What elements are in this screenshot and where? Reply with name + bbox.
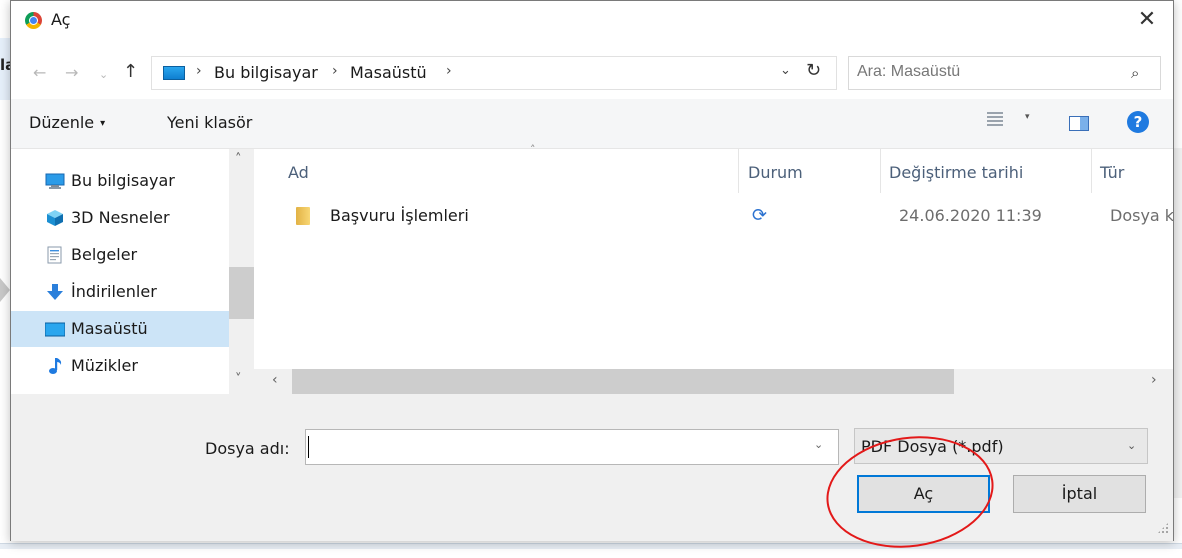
breadcrumb-desktop[interactable]: Masaüstü xyxy=(350,63,427,82)
column-header-type[interactable]: Tür xyxy=(1100,163,1124,182)
column-header-modified[interactable]: Değiştirme tarihi xyxy=(889,163,1023,182)
view-options-caret-icon[interactable]: ▾ xyxy=(1025,112,1030,122)
background-page-bottom xyxy=(0,543,1182,549)
chrome-icon xyxy=(25,12,42,29)
folder-icon xyxy=(296,207,310,225)
filetype-value: PDF Dosya (*.pdf) xyxy=(861,437,1004,456)
horizontal-scrollbar[interactable]: ‹ › xyxy=(254,369,1173,394)
dialog-footer: Dosya adı: ⌄ PDF Dosya (*.pdf) ⌄ Aç İpta… xyxy=(11,394,1173,541)
view-options-icon[interactable] xyxy=(987,111,1003,129)
organize-label: Düzenle xyxy=(29,113,95,132)
background-arrow-icon xyxy=(0,278,10,302)
filename-input[interactable] xyxy=(312,436,802,458)
file-name: Başvuru İşlemleri xyxy=(330,206,469,225)
filetype-select[interactable]: PDF Dosya (*.pdf) ⌄ xyxy=(854,428,1148,464)
music-icon xyxy=(45,357,65,375)
back-button[interactable]: ← xyxy=(33,63,46,82)
search-input[interactable] xyxy=(857,63,1127,81)
file-type: Dosya kla xyxy=(1110,206,1173,225)
resize-grip-icon[interactable] xyxy=(1157,522,1169,534)
recent-locations-button[interactable]: ⌄ xyxy=(99,68,108,81)
desktop-icon xyxy=(163,66,185,80)
search-icon[interactable]: ⌕ xyxy=(1131,64,1139,82)
new-folder-button[interactable]: Yeni klasör xyxy=(167,113,252,132)
file-row[interactable]: Başvuru İşlemleri ⟳ 24.06.2020 11:39 Dos… xyxy=(288,201,1173,235)
preview-pane-icon[interactable] xyxy=(1069,116,1089,131)
navigation-bar: ← → ⌄ ↑ › Bu bilgisayar › Masaüstü › ⌄ ↻… xyxy=(11,53,1173,93)
desktop-icon xyxy=(44,320,66,338)
navigation-scrollbar[interactable]: ˄ ˅ xyxy=(229,149,254,394)
tree-item-3d-objects[interactable]: 3D Nesneler xyxy=(11,200,229,236)
tree-item-music[interactable]: Müzikler xyxy=(11,348,229,384)
tree-item-label: İndirilenler xyxy=(71,282,157,301)
breadcrumb-this-pc[interactable]: Bu bilgisayar xyxy=(214,63,318,82)
open-button[interactable]: Aç xyxy=(857,475,990,513)
tree-item-downloads[interactable]: İndirilenler xyxy=(11,274,229,310)
cube-icon xyxy=(45,209,65,227)
breadcrumb-separator[interactable]: › xyxy=(446,63,452,79)
address-bar[interactable]: › Bu bilgisayar › Masaüstü › ⌄ ↻ xyxy=(151,56,837,90)
filename-combobox[interactable]: ⌄ xyxy=(305,429,839,465)
tree-item-label: Müzikler xyxy=(71,356,138,375)
close-button[interactable]: ✕ xyxy=(1129,7,1165,35)
navigation-pane: Bu bilgisayar 3D Nesneler Belgeler İndir… xyxy=(11,149,254,394)
tree-item-documents[interactable]: Belgeler xyxy=(11,237,229,273)
scroll-up-icon[interactable]: ˄ xyxy=(235,152,242,167)
breadcrumb-separator[interactable]: › xyxy=(332,63,338,79)
file-list-pane: ˄ Ad Durum Değiştirme tarihi Tür Başvuru… xyxy=(254,143,1173,394)
tree-item-label: 3D Nesneler xyxy=(71,208,170,227)
tree-item-label: Masaüstü xyxy=(71,319,148,338)
column-divider[interactable] xyxy=(880,149,881,193)
window-title: Aç xyxy=(51,10,71,29)
column-header-status[interactable]: Durum xyxy=(748,163,803,182)
title-bar[interactable]: Aç ✕ xyxy=(11,1,1173,39)
column-header-name[interactable]: Ad xyxy=(288,163,309,182)
organize-button[interactable]: Düzenle ▾ xyxy=(29,113,105,132)
chevron-down-icon[interactable]: ⌄ xyxy=(780,63,791,78)
help-icon[interactable]: ? xyxy=(1127,111,1149,133)
scrollbar-thumb[interactable] xyxy=(229,267,254,319)
command-toolbar: Düzenle ▾ Yeni klasör ▾ ? xyxy=(11,99,1173,149)
sync-icon: ⟳ xyxy=(752,205,768,226)
tree-item-label: Bu bilgisayar xyxy=(71,171,175,190)
chevron-down-icon: ⌄ xyxy=(1127,439,1137,452)
tree-item-desktop[interactable]: Masaüstü xyxy=(11,311,229,347)
computer-icon xyxy=(45,172,65,190)
scroll-right-icon[interactable]: › xyxy=(1151,372,1157,388)
open-file-dialog: Aç ✕ ← → ⌄ ↑ › Bu bilgisayar › Masaüstü … xyxy=(10,0,1174,541)
sort-indicator-icon: ˄ xyxy=(530,143,536,156)
download-icon xyxy=(45,283,65,301)
scroll-down-icon[interactable]: ˅ xyxy=(235,372,242,387)
forward-button[interactable]: → xyxy=(65,63,78,82)
caret-down-icon: ▾ xyxy=(100,118,106,129)
column-divider[interactable] xyxy=(1091,149,1092,193)
text-cursor xyxy=(308,436,309,458)
scrollbar-thumb[interactable] xyxy=(292,369,954,394)
search-box: ⌕ xyxy=(848,56,1161,90)
up-folder-button[interactable]: ↑ xyxy=(123,61,138,82)
breadcrumb-separator[interactable]: › xyxy=(196,63,202,79)
filename-label: Dosya adı: xyxy=(205,439,290,458)
chevron-down-icon[interactable]: ⌄ xyxy=(814,438,823,451)
refresh-button[interactable]: ↻ xyxy=(806,60,821,81)
cancel-button[interactable]: İptal xyxy=(1013,475,1146,513)
tree-item-label: Belgeler xyxy=(71,245,138,264)
scroll-left-icon[interactable]: ‹ xyxy=(272,372,278,388)
column-divider[interactable] xyxy=(738,149,739,193)
document-icon xyxy=(45,246,65,264)
tree-item-this-pc[interactable]: Bu bilgisayar xyxy=(11,163,229,199)
file-modified: 24.06.2020 11:39 xyxy=(899,206,1042,225)
